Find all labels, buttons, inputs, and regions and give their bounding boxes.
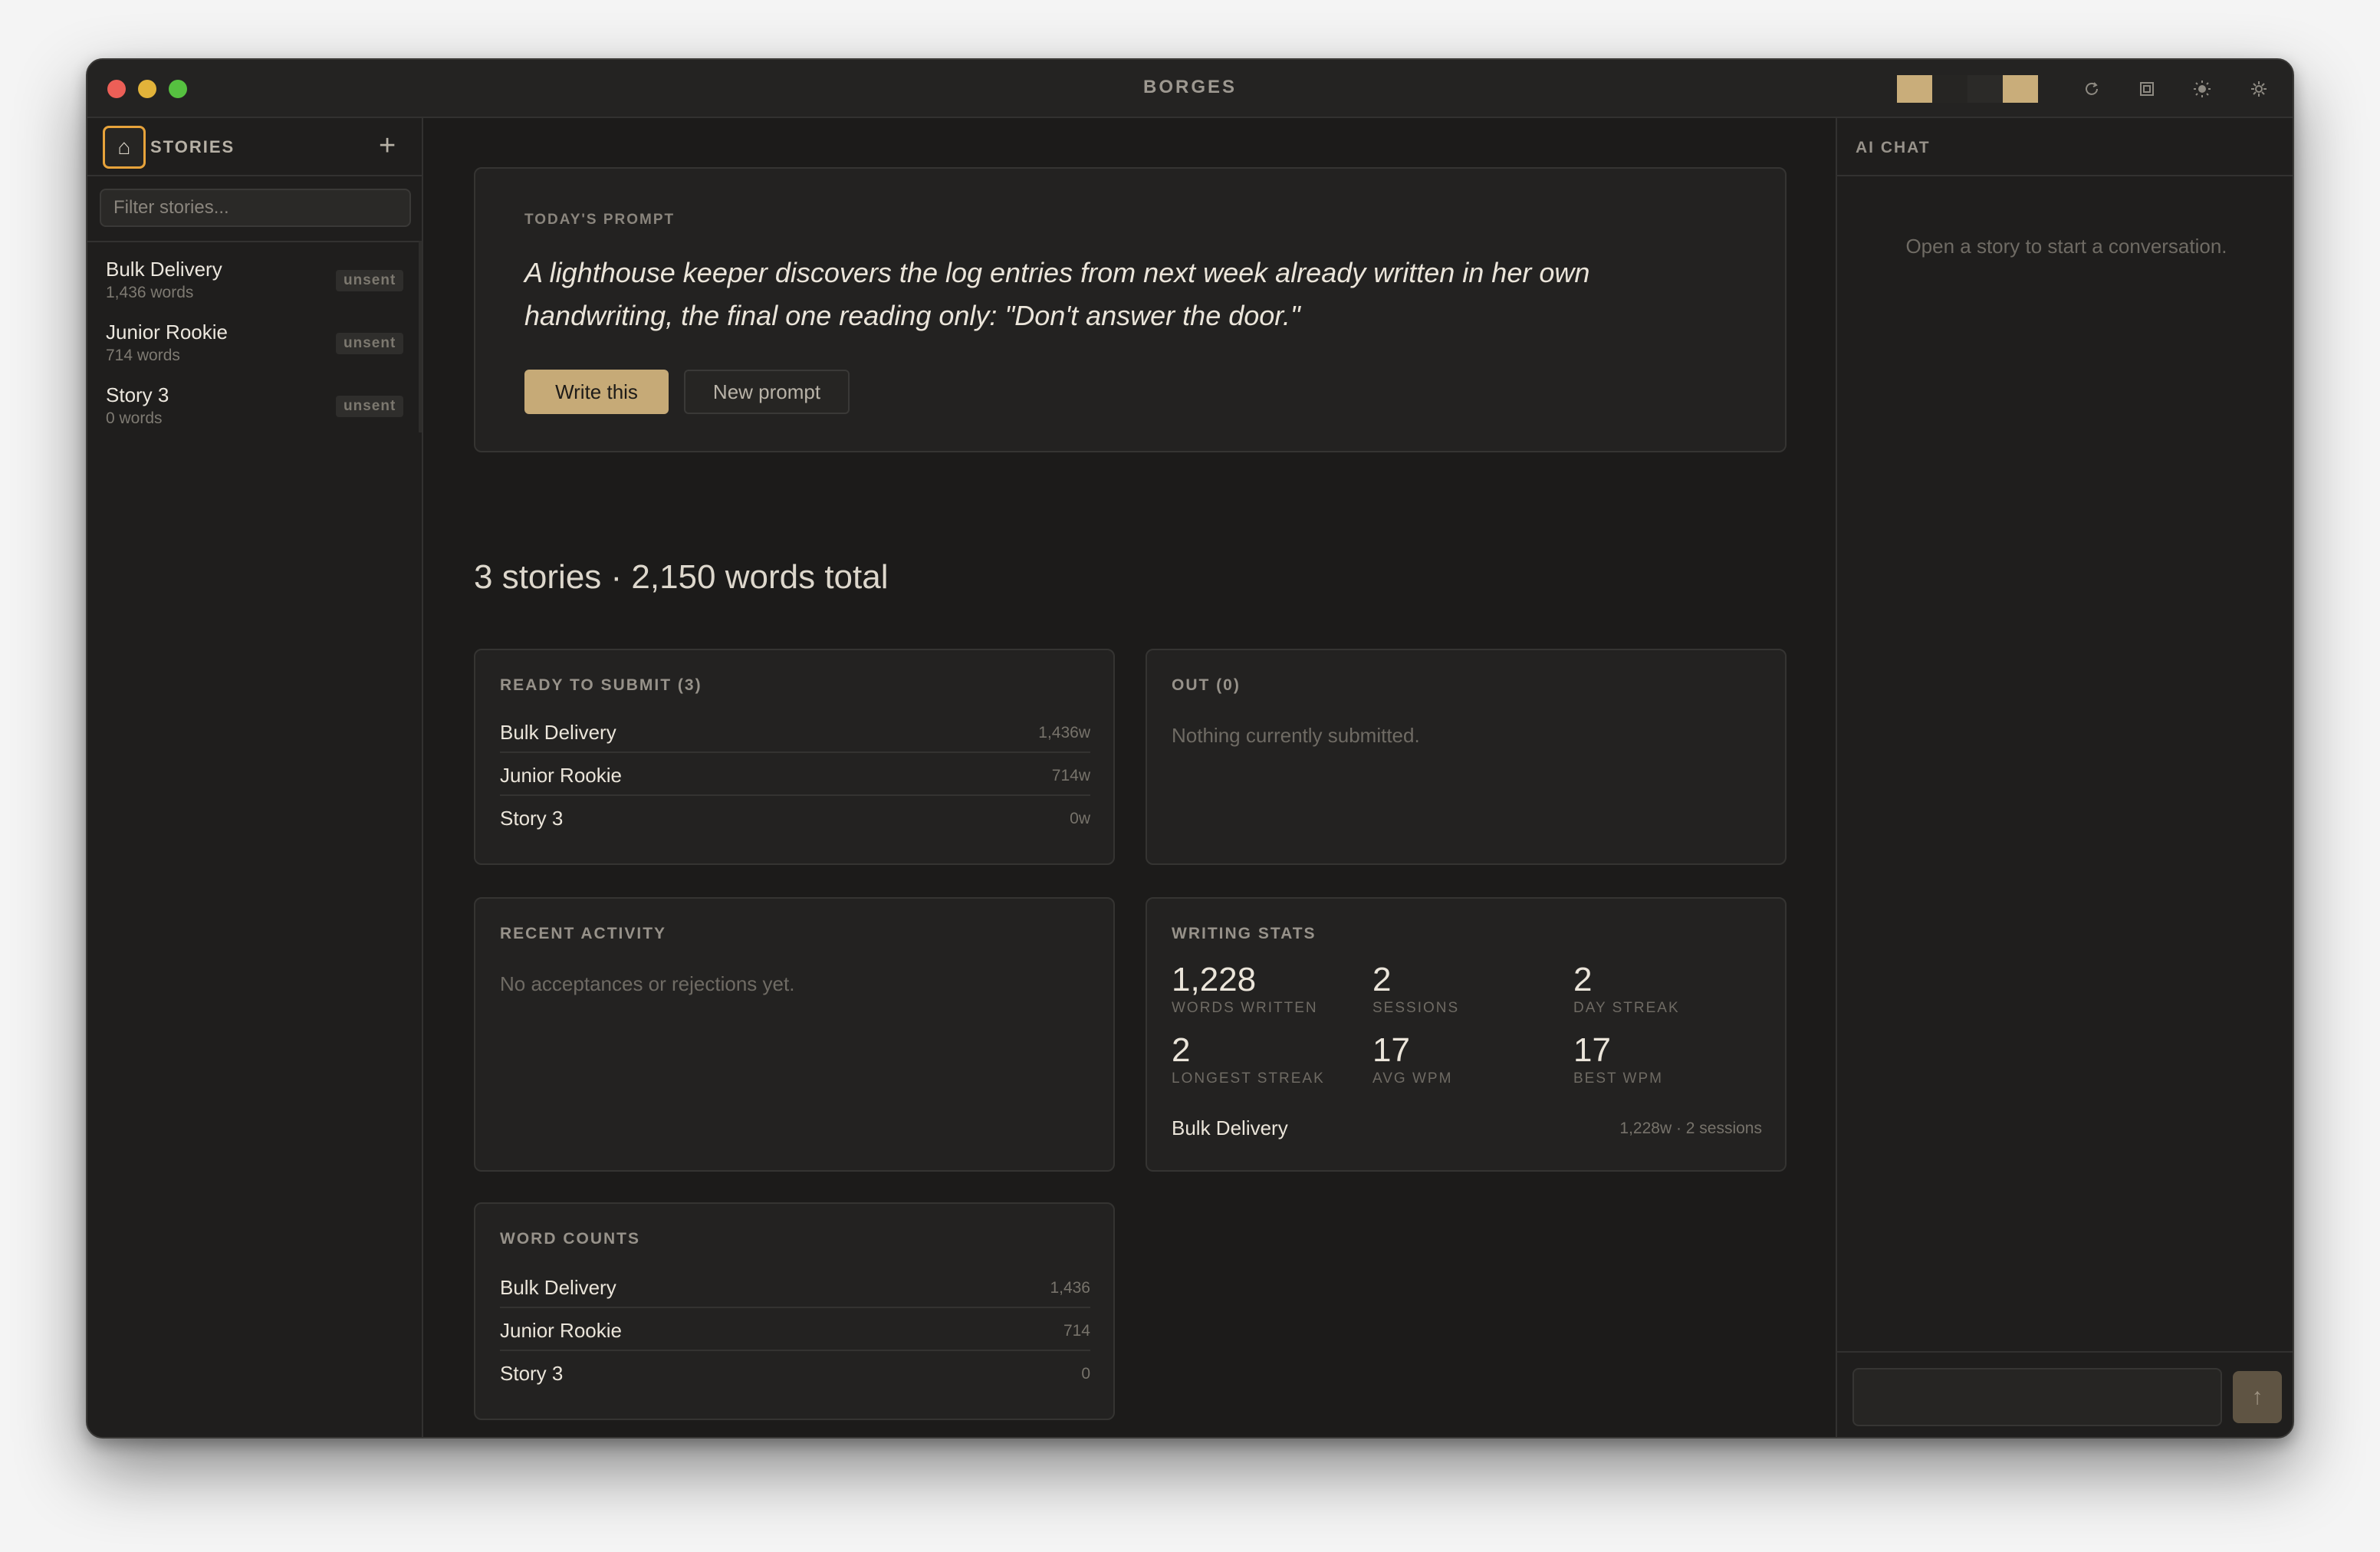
story-name: Bulk Delivery bbox=[106, 258, 222, 281]
sun-icon[interactable] bbox=[2187, 74, 2217, 104]
list-item[interactable]: Bulk Delivery 1,436w bbox=[500, 710, 1090, 753]
stat-best-wpm: 17 BEST WPM bbox=[1573, 1032, 1773, 1087]
stat-label: AVG WPM bbox=[1372, 1070, 1453, 1087]
status-badge: unsent bbox=[336, 396, 404, 417]
theme-swatch-tan-right[interactable] bbox=[2003, 75, 2038, 103]
list-item[interactable]: Junior Rookie 714w bbox=[500, 753, 1090, 796]
row-value: 0w bbox=[1070, 810, 1090, 827]
stat-longest-streak: 2 LONGEST STREAK bbox=[1172, 1032, 1371, 1087]
gear-icon[interactable] bbox=[2244, 74, 2274, 104]
stat-value: 2 bbox=[1573, 961, 1593, 998]
chat-message-input[interactable] bbox=[1852, 1368, 2222, 1426]
status-badge: unsent bbox=[336, 333, 404, 354]
out-card: OUT (0) Nothing currently submitted. bbox=[1146, 649, 1787, 865]
row-name: Junior Rookie bbox=[500, 764, 622, 787]
row-name: Story 3 bbox=[500, 807, 564, 830]
home-button[interactable]: ⌂ bbox=[103, 126, 146, 169]
ready-label: READY TO SUBMIT (3) bbox=[500, 676, 702, 694]
prompt-label: TODAY'S PROMPT bbox=[524, 212, 676, 228]
word-counts-card: WORD COUNTS Bulk Delivery 1,436 Junior R… bbox=[474, 1202, 1115, 1420]
theme-swatches bbox=[1897, 75, 2038, 103]
story-word-count: 714 words bbox=[106, 347, 180, 364]
row-value: 1,228w · 2 sessions bbox=[1619, 1120, 1762, 1137]
stories-sidebar: ⌂ STORIES + Bulk Delivery 1,436 words un… bbox=[87, 118, 423, 1437]
theme-swatch-tan-left[interactable] bbox=[1897, 75, 1932, 103]
row-name: Bulk Delivery bbox=[500, 1276, 616, 1299]
activity-empty-text: No acceptances or rejections yet. bbox=[500, 972, 795, 995]
stat-sessions: 2 SESSIONS bbox=[1372, 962, 1572, 1017]
home-icon: ⌂ bbox=[117, 135, 131, 159]
prompt-text: A lighthouse keeper discovers the log en… bbox=[524, 257, 1590, 331]
dashboard-main: TODAY'S PROMPT A lighthouse keeper disco… bbox=[425, 118, 1834, 1437]
stories-summary: 3 stories · 2,150 words total bbox=[474, 558, 889, 596]
out-label: OUT (0) bbox=[1172, 676, 1241, 694]
sidebar-item-bulk-delivery[interactable]: Bulk Delivery 1,436 words unsent bbox=[87, 258, 422, 319]
list-item[interactable]: Junior Rookie 714 bbox=[500, 1308, 1090, 1351]
stat-value: 17 bbox=[1573, 1031, 1611, 1069]
stat-label: WORDS WRITTEN bbox=[1172, 1000, 1318, 1016]
row-value: 1,436 bbox=[1050, 1279, 1090, 1297]
out-empty-text: Nothing currently submitted. bbox=[1172, 724, 1420, 747]
theme-swatch-dark-1[interactable] bbox=[1932, 75, 1967, 103]
row-name: Bulk Delivery bbox=[500, 721, 616, 744]
story-word-count: 0 words bbox=[106, 409, 163, 427]
sidebar-scrollbar[interactable] bbox=[419, 241, 422, 432]
stat-label: SESSIONS bbox=[1372, 1000, 1460, 1016]
stat-label: BEST WPM bbox=[1573, 1070, 1663, 1087]
chat-title: AI CHAT bbox=[1856, 139, 1931, 156]
row-value: 1,436w bbox=[1038, 724, 1090, 741]
refresh-icon[interactable] bbox=[2076, 74, 2107, 104]
stat-value: 1,228 bbox=[1172, 961, 1257, 998]
stats-story-row[interactable]: Bulk Delivery 1,228w · 2 sessions bbox=[1172, 1106, 1762, 1149]
todays-prompt-card: TODAY'S PROMPT A lighthouse keeper disco… bbox=[474, 167, 1787, 452]
add-story-button[interactable]: + bbox=[379, 129, 396, 163]
stat-day-streak: 2 DAY STREAK bbox=[1573, 962, 1773, 1017]
stats-label: WRITING STATS bbox=[1172, 925, 1317, 942]
filter-stories-input[interactable] bbox=[100, 189, 411, 227]
stat-value: 2 bbox=[1172, 1031, 1191, 1069]
stat-label: LONGEST STREAK bbox=[1172, 1070, 1325, 1087]
app-window: BORGES ⌂ STORIES + Filter stories... Bul… bbox=[86, 58, 2294, 1439]
sidebar-title: STORIES bbox=[150, 137, 235, 156]
write-this-button[interactable]: Write this bbox=[524, 370, 669, 414]
row-value: 0 bbox=[1081, 1365, 1090, 1383]
word-counts-label: WORD COUNTS bbox=[500, 1230, 640, 1248]
title-bar: BORGES bbox=[87, 60, 2293, 118]
row-value: 714 bbox=[1063, 1322, 1090, 1340]
arrow-up-icon: ↑ bbox=[2251, 1384, 2263, 1409]
theme-swatch-dark-2[interactable] bbox=[1967, 75, 2003, 103]
story-name: Story 3 bbox=[106, 383, 169, 406]
send-button[interactable]: ↑ bbox=[2233, 1371, 2282, 1423]
sidebar-item-junior-rookie[interactable]: Junior Rookie 714 words unsent bbox=[87, 321, 422, 382]
list-item[interactable]: Bulk Delivery 1,436 bbox=[500, 1265, 1090, 1308]
layout-icon[interactable] bbox=[2132, 74, 2162, 104]
recent-activity-card: RECENT ACTIVITY No acceptances or reject… bbox=[474, 897, 1115, 1172]
row-value: 714w bbox=[1051, 767, 1090, 784]
activity-label: RECENT ACTIVITY bbox=[500, 925, 667, 942]
story-word-count: 1,436 words bbox=[106, 284, 194, 301]
stat-avg-wpm: 17 AVG WPM bbox=[1372, 1032, 1572, 1087]
stat-value: 2 bbox=[1372, 961, 1392, 998]
row-name: Junior Rookie bbox=[500, 1319, 622, 1342]
stat-label: DAY STREAK bbox=[1573, 1000, 1680, 1016]
new-prompt-button[interactable]: New prompt bbox=[684, 370, 850, 414]
sidebar-item-story-3[interactable]: Story 3 0 words unsent bbox=[87, 383, 422, 445]
story-name: Junior Rookie bbox=[106, 321, 228, 344]
writing-stats-card: WRITING STATS 1,228 WORDS WRITTEN 2 SESS… bbox=[1146, 897, 1787, 1172]
ai-chat-panel: AI CHAT Open a story to start a conversa… bbox=[1836, 118, 2293, 1437]
sidebar-divider bbox=[87, 241, 422, 242]
chat-footer: ↑ bbox=[1837, 1351, 2293, 1437]
list-item[interactable]: Story 3 0 bbox=[500, 1351, 1090, 1394]
status-badge: unsent bbox=[336, 270, 404, 291]
row-name: Bulk Delivery bbox=[1172, 1116, 1288, 1139]
chat-header: AI CHAT bbox=[1837, 118, 2293, 176]
stat-value: 17 bbox=[1372, 1031, 1410, 1069]
row-name: Story 3 bbox=[500, 1362, 564, 1385]
chat-empty-text: Open a story to start a conversation. bbox=[1905, 235, 2227, 258]
list-item[interactable]: Story 3 0w bbox=[500, 796, 1090, 839]
stat-words-written: 1,228 WORDS WRITTEN bbox=[1172, 962, 1371, 1017]
sidebar-header: ⌂ STORIES + bbox=[87, 118, 422, 176]
ready-to-submit-card: READY TO SUBMIT (3) Bulk Delivery 1,436w… bbox=[474, 649, 1115, 865]
